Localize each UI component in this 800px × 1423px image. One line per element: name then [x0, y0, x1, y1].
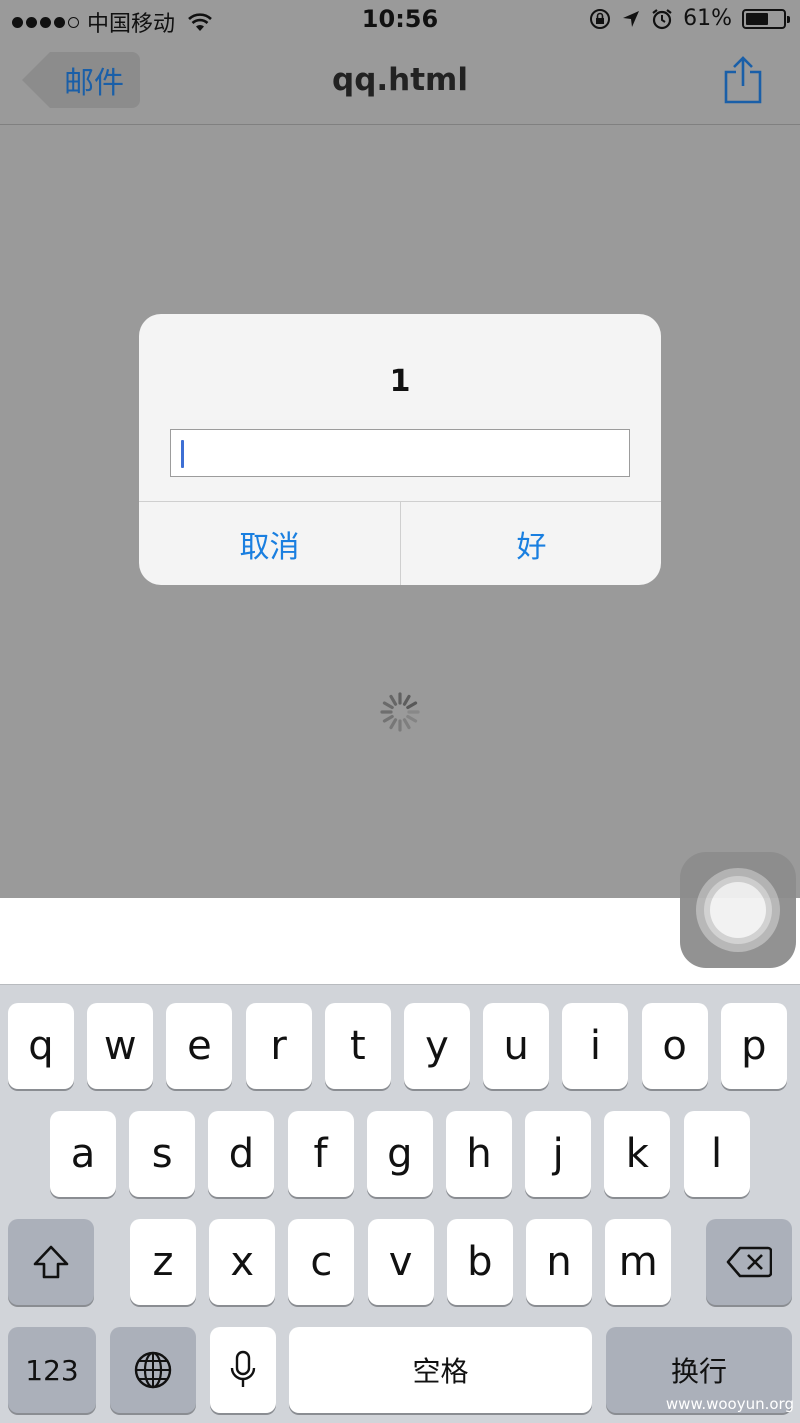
dictation-key[interactable]	[210, 1327, 276, 1413]
status-bar: 中国移动 10:56 61%	[0, 0, 800, 40]
location-icon	[623, 10, 640, 27]
battery-fill	[746, 12, 768, 25]
key-j[interactable]: j	[525, 1111, 592, 1197]
assistive-touch-button[interactable]	[680, 852, 796, 968]
key-z[interactable]: z	[130, 1219, 196, 1305]
backspace-icon	[726, 1246, 772, 1278]
loading-spinner-icon	[380, 692, 420, 732]
key-y[interactable]: y	[404, 1003, 470, 1089]
alarm-icon	[652, 8, 672, 29]
keyboard: 123 空格 换行 www.wooyun.org qwertyuiopasdfg…	[0, 984, 800, 1423]
shift-key[interactable]	[8, 1219, 94, 1305]
key-g[interactable]: g	[366, 1111, 433, 1197]
key-b[interactable]: b	[446, 1219, 513, 1305]
dialog-text-input[interactable]	[170, 429, 630, 477]
spinner-blade	[406, 701, 418, 710]
cancel-button[interactable]: 取消	[139, 502, 400, 585]
key-l[interactable]: l	[683, 1111, 750, 1197]
space-key[interactable]: 空格	[289, 1327, 592, 1413]
key-v[interactable]: v	[367, 1219, 434, 1305]
key-h[interactable]: h	[446, 1111, 512, 1197]
key-f[interactable]: f	[287, 1111, 354, 1197]
text-cursor	[181, 440, 184, 468]
page-title: qq.html	[332, 62, 468, 98]
prompt-dialog: 1 取消 好	[139, 314, 661, 585]
watermark-text: www.wooyun.org	[665, 1395, 794, 1413]
key-o[interactable]: o	[641, 1003, 708, 1089]
dialog-title: 1	[389, 364, 411, 399]
spinner-blade	[389, 694, 398, 706]
spinner-blade	[382, 714, 394, 723]
key-r[interactable]: r	[245, 1003, 312, 1089]
spinner-blade	[389, 718, 398, 730]
battery-icon	[742, 8, 790, 29]
spinner-blade	[402, 718, 411, 730]
navigation-bar: 邮件 qq.html	[0, 40, 800, 125]
key-s[interactable]: s	[129, 1111, 196, 1197]
battery-percent: 61%	[683, 6, 732, 31]
key-i[interactable]: i	[562, 1003, 629, 1089]
ok-button[interactable]: 好	[401, 502, 661, 585]
delete-key[interactable]	[706, 1219, 792, 1305]
orientation-lock-icon	[590, 8, 611, 29]
key-w[interactable]: w	[87, 1003, 154, 1089]
globe-key[interactable]	[110, 1327, 196, 1413]
spinner-blade	[402, 694, 411, 706]
key-a[interactable]: a	[50, 1111, 116, 1197]
key-p[interactable]: p	[720, 1003, 787, 1089]
share-icon[interactable]	[722, 56, 764, 104]
key-k[interactable]: k	[604, 1111, 671, 1197]
key-u[interactable]: u	[483, 1003, 550, 1089]
numbers-key[interactable]: 123	[8, 1327, 96, 1413]
microphone-icon	[230, 1350, 256, 1387]
key-q[interactable]: q	[8, 1003, 74, 1089]
spinner-blade	[382, 701, 394, 710]
globe-icon	[134, 1351, 172, 1389]
key-t[interactable]: t	[324, 1003, 391, 1089]
key-e[interactable]: e	[166, 1003, 233, 1089]
shift-icon	[33, 1245, 69, 1279]
key-d[interactable]: d	[208, 1111, 275, 1197]
key-n[interactable]: n	[526, 1219, 592, 1305]
key-x[interactable]: x	[209, 1219, 276, 1305]
status-right: 61%	[589, 6, 790, 31]
key-m[interactable]: m	[605, 1219, 672, 1305]
key-c[interactable]: c	[288, 1219, 355, 1305]
spinner-blade	[406, 714, 418, 723]
